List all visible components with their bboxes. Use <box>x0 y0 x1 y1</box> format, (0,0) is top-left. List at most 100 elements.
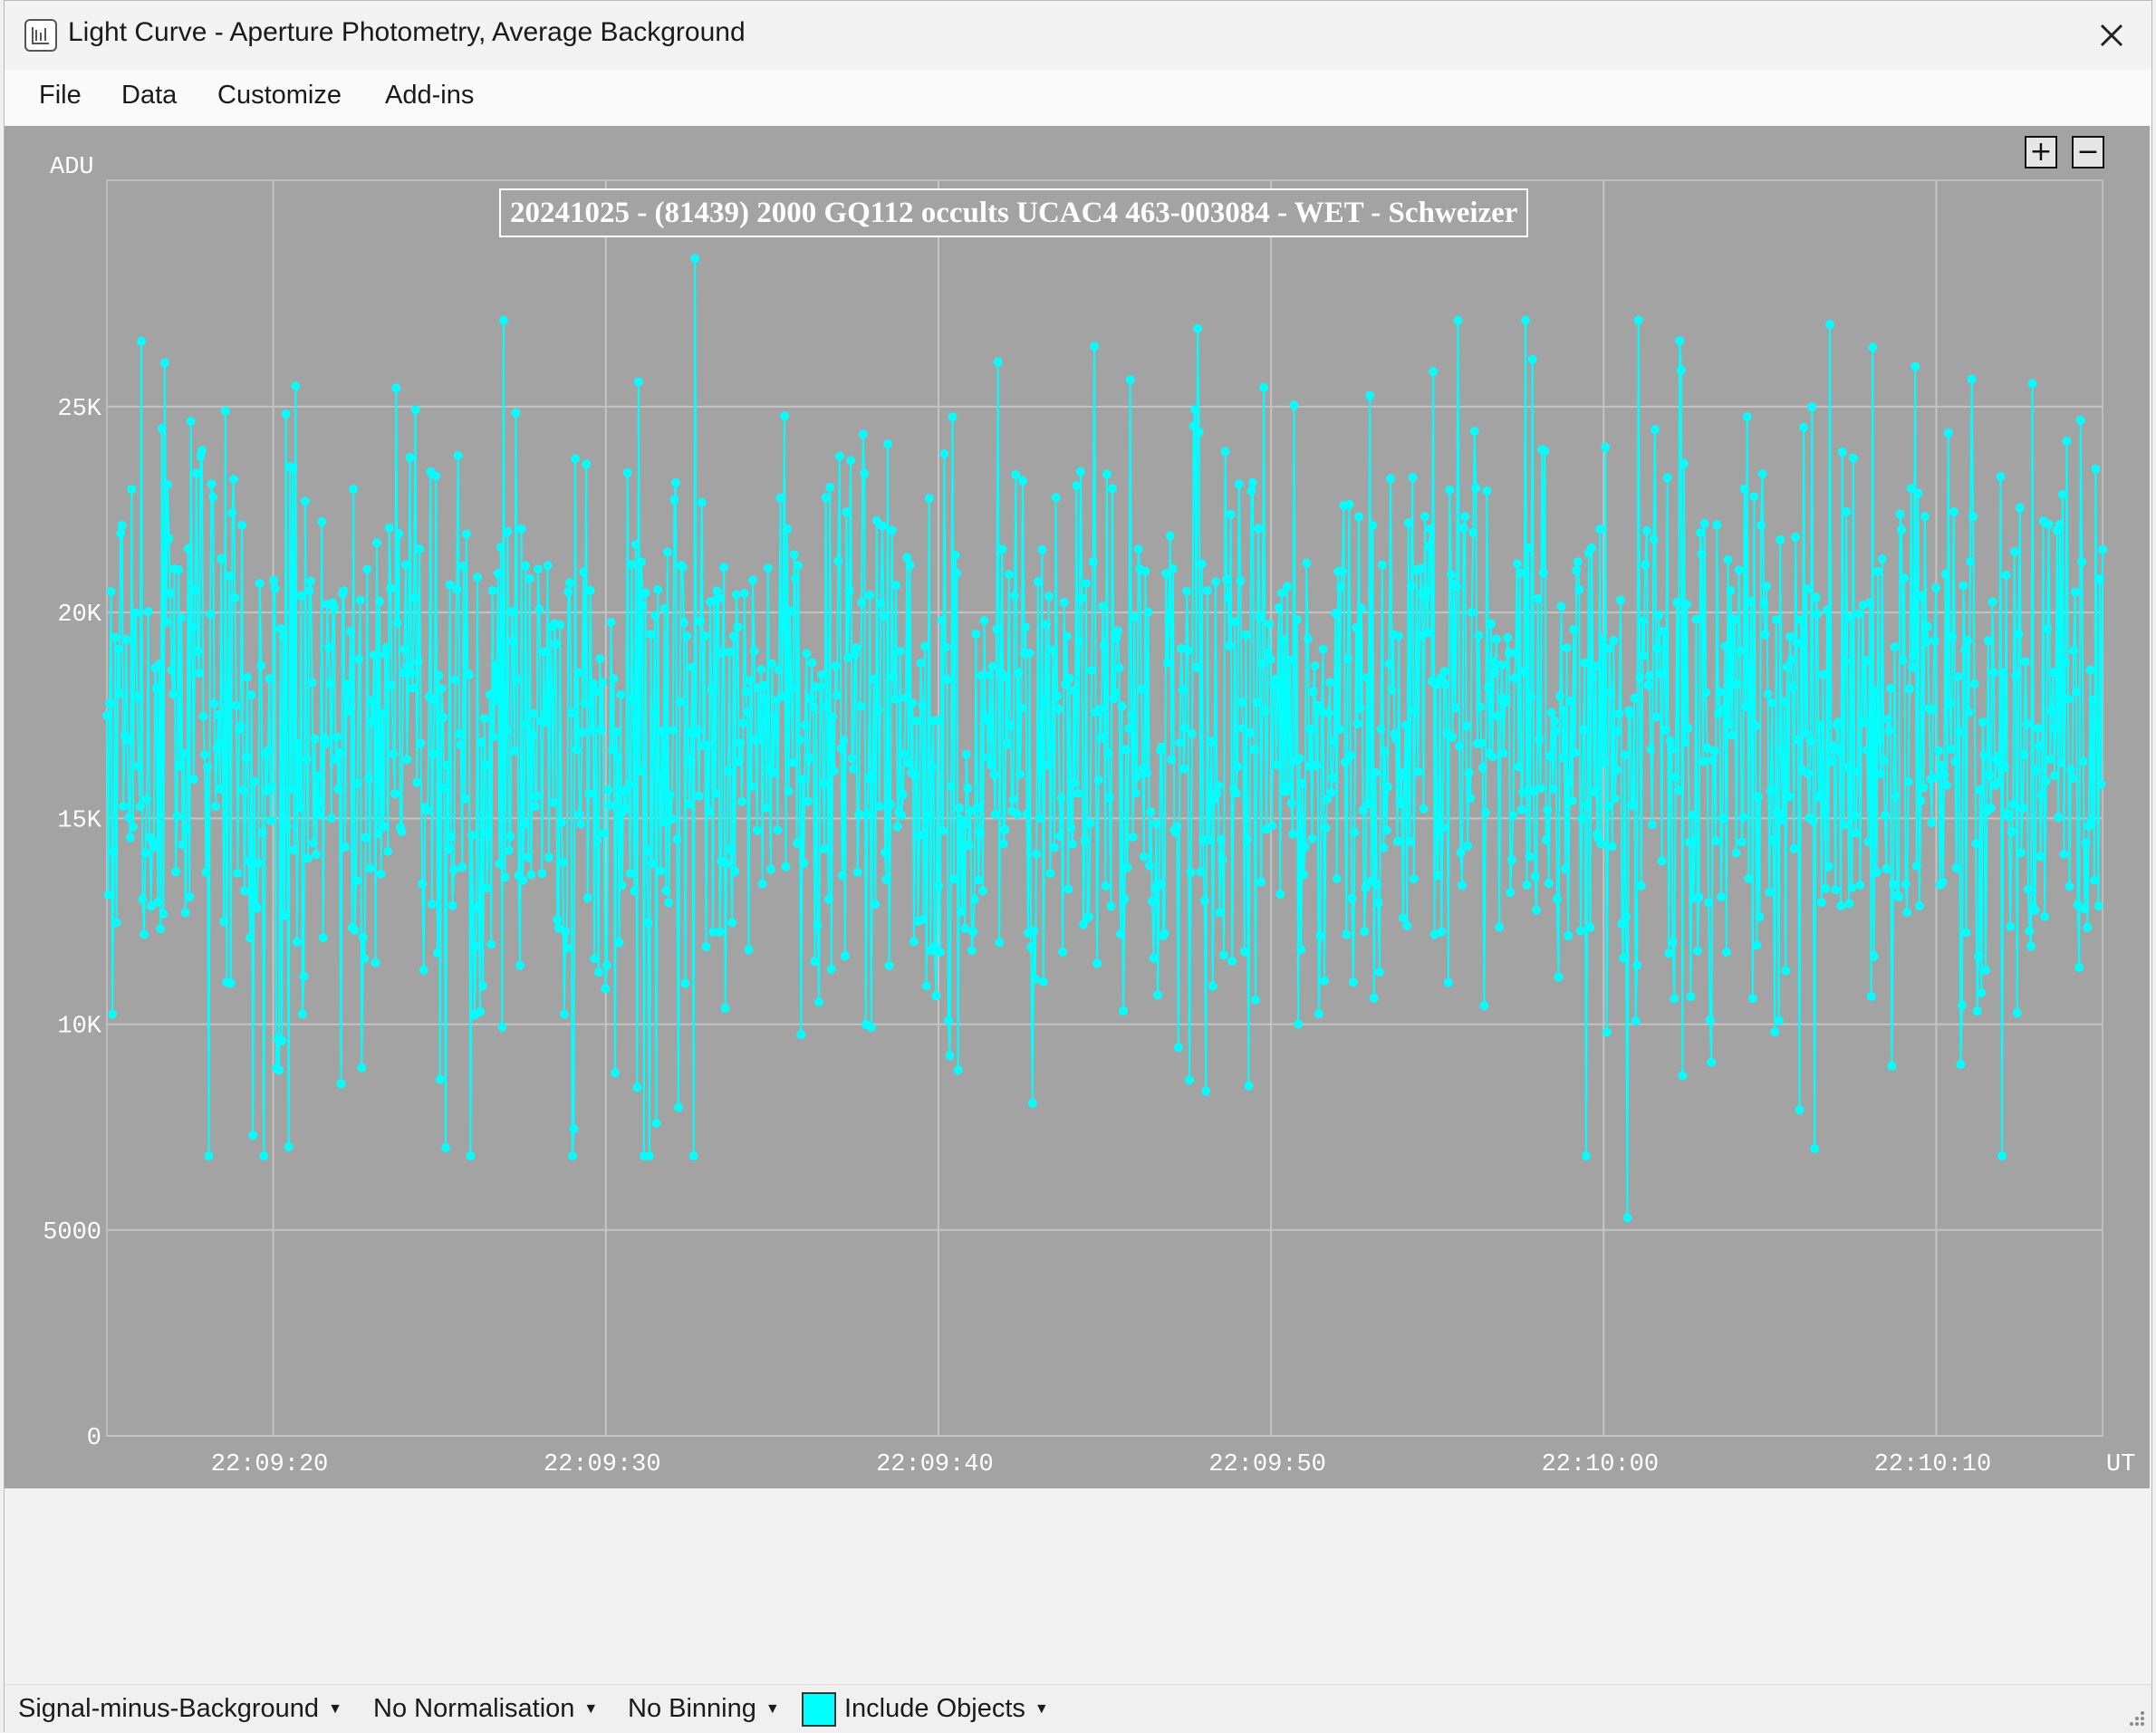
data-point <box>723 766 733 775</box>
data-point <box>1506 888 1516 898</box>
data-point <box>1650 425 1660 435</box>
data-point <box>1862 746 1872 756</box>
data-point <box>128 823 138 833</box>
resize-grip-icon[interactable] <box>2124 1706 2146 1728</box>
data-point <box>1543 805 1553 815</box>
data-point <box>659 817 669 827</box>
data-point <box>248 1131 258 1141</box>
data-point <box>1964 708 1974 717</box>
data-point <box>1323 708 1333 717</box>
data-point <box>177 613 187 622</box>
data-point <box>967 946 977 956</box>
data-point <box>1274 602 1284 612</box>
data-point <box>1843 763 1853 773</box>
data-point <box>739 588 749 598</box>
menu-data[interactable]: Data <box>121 81 177 111</box>
data-point <box>632 1083 642 1093</box>
data-point <box>815 681 825 691</box>
data-point <box>243 672 253 682</box>
data-point <box>958 907 967 917</box>
data-point <box>2030 905 2040 915</box>
data-point <box>1362 673 1372 683</box>
data-point <box>450 675 460 685</box>
object-color-swatch[interactable] <box>802 1692 836 1727</box>
data-point <box>1354 512 1363 522</box>
data-point <box>1429 367 1439 377</box>
data-point <box>529 708 539 718</box>
data-point <box>368 717 378 727</box>
data-point <box>878 521 887 531</box>
data-point <box>204 1151 214 1160</box>
menu-customize[interactable]: Customize <box>217 81 342 111</box>
light-curve-plot[interactable]: 0 5000 10K 15K 20K 25K 22:09:20 22:09:30 22:09:4… <box>5 126 2150 1488</box>
data-point <box>1432 871 1442 881</box>
data-point <box>497 1022 507 1032</box>
data-point <box>1440 679 1450 689</box>
data-point <box>1718 705 1728 715</box>
binning-dropdown[interactable]: No Binning ▼ <box>628 1694 780 1724</box>
data-point <box>361 833 371 842</box>
data-point <box>1544 879 1554 889</box>
data-point <box>2056 758 2066 767</box>
data-point <box>1368 521 1378 530</box>
data-point <box>429 695 439 705</box>
data-point <box>572 745 582 755</box>
data-point <box>580 698 590 708</box>
objects-dropdown[interactable]: Include Objects ▼ <box>844 1694 1049 1724</box>
data-point <box>696 616 706 626</box>
data-point <box>1154 879 1164 889</box>
data-point <box>1705 1015 1715 1025</box>
data-point <box>987 760 996 770</box>
data-point <box>1285 655 1295 665</box>
zoom-in-button[interactable]: + <box>2025 136 2057 168</box>
data-point <box>1080 835 1090 845</box>
data-point <box>1387 685 1397 695</box>
menu-add-ins[interactable]: Add-ins <box>385 81 474 111</box>
data-point <box>1747 994 1757 1004</box>
data-point <box>332 732 342 742</box>
data-point <box>1601 442 1611 452</box>
data-point <box>964 841 974 851</box>
data-point <box>786 682 796 692</box>
data-point <box>384 523 394 533</box>
close-button[interactable] <box>2086 10 2137 61</box>
data-point <box>947 781 956 791</box>
data-point <box>178 840 188 850</box>
data-point <box>142 794 152 804</box>
data-point <box>1469 427 1479 436</box>
data-point <box>124 813 134 823</box>
data-point <box>474 901 484 911</box>
data-point <box>826 964 836 974</box>
data-point <box>1840 656 1850 666</box>
data-point <box>939 449 949 458</box>
data-point <box>408 683 418 693</box>
data-point <box>1188 729 1197 738</box>
zoom-out-button[interactable]: − <box>2072 136 2104 168</box>
data-point <box>539 647 548 657</box>
data-point <box>530 802 540 812</box>
data-point <box>900 749 910 759</box>
menu-file[interactable]: File <box>39 81 82 111</box>
data-point <box>515 960 525 970</box>
data-point <box>1786 655 1796 665</box>
data-point <box>1516 804 1526 814</box>
data-point <box>1314 1009 1323 1019</box>
data-point <box>617 881 627 891</box>
data-point <box>1993 751 2003 761</box>
data-point <box>1971 839 1981 849</box>
data-point <box>1099 640 1109 650</box>
data-point <box>1853 609 1863 619</box>
data-point <box>1132 772 1142 782</box>
data-point <box>496 543 505 553</box>
data-point <box>948 412 958 422</box>
data-point <box>140 848 150 858</box>
normalisation-dropdown[interactable]: No Normalisation ▼ <box>373 1694 598 1724</box>
data-point <box>1275 889 1285 899</box>
data-point <box>226 978 236 988</box>
measurement-dropdown[interactable]: Signal-minus-Background ▼ <box>18 1694 342 1724</box>
light-curve-chart[interactable]: 0 5000 10K 15K 20K 25K 22:09:20 22:09:30 22:09:4… <box>5 126 2150 1488</box>
data-point <box>1230 617 1240 627</box>
data-point <box>895 647 905 656</box>
data-point <box>730 866 740 876</box>
data-point <box>1245 727 1255 737</box>
